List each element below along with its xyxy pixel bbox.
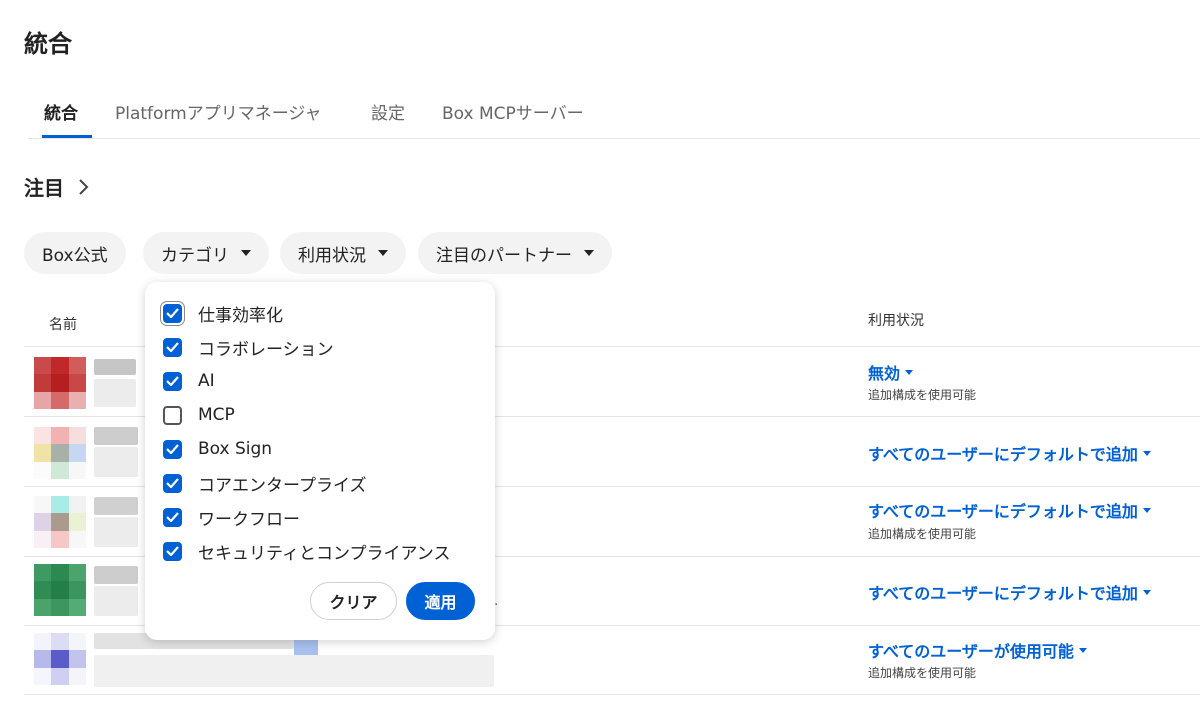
caret-down-icon xyxy=(584,250,594,256)
filter-box-official[interactable]: Box公式 xyxy=(24,232,126,274)
tab-platform-app-manager[interactable]: Platformアプリマネージャ xyxy=(115,100,322,138)
blurred-app-description xyxy=(94,655,494,687)
app-logo-pixelated xyxy=(34,633,86,685)
chevron-right-icon xyxy=(78,178,90,196)
column-header-status: 利用状況 xyxy=(868,313,924,329)
checkbox-checked-icon[interactable] xyxy=(163,371,182,391)
status-subtext: 追加構成を使用可能 xyxy=(868,666,977,680)
status-dropdown[interactable]: すべてのユーザーにデフォルトで追加 xyxy=(868,498,1151,522)
blurred-app-name xyxy=(94,497,138,515)
checkbox-checked-icon[interactable] xyxy=(163,439,182,459)
filter-partner[interactable]: 注目のパートナー xyxy=(418,232,612,274)
tab-integrations[interactable]: 統合 xyxy=(42,100,92,138)
checkbox-unchecked-icon[interactable] xyxy=(163,405,182,425)
blurred-app-name xyxy=(94,566,138,584)
category-option-label: セキュリティとコンプライアンス xyxy=(198,543,451,564)
caret-down-icon xyxy=(1142,450,1151,456)
checkbox-checked-icon[interactable] xyxy=(163,507,182,527)
category-option[interactable]: ワークフロー xyxy=(163,504,300,530)
category-option-label: Box Sign xyxy=(198,439,273,459)
app-logo-pixelated xyxy=(34,427,86,479)
tab-box-mcp-server[interactable]: Box MCPサーバー xyxy=(442,100,584,138)
status-label: すべてのユーザーにデフォルトで追加 xyxy=(868,445,1138,464)
category-option[interactable]: Box Sign xyxy=(163,436,272,462)
app-logo-pixelated xyxy=(34,564,86,616)
checkbox-checked-icon[interactable] xyxy=(163,303,182,323)
tab-bar: 統合 Platformアプリマネージャ 設定 Box MCPサーバー xyxy=(28,100,1200,139)
category-option-label: AI xyxy=(198,371,215,391)
category-option[interactable]: コラボレーション xyxy=(163,334,334,360)
caret-down-icon xyxy=(1078,647,1087,653)
status-label: すべてのユーザーにデフォルトで追加 xyxy=(868,584,1138,603)
status-dropdown[interactable]: 無効 xyxy=(868,360,914,384)
status-label: すべてのユーザーが使用可能 xyxy=(868,642,1074,661)
category-option-label: ワークフロー xyxy=(198,509,300,530)
category-option[interactable]: セキュリティとコンプライアンス xyxy=(163,538,450,564)
page-title: 統合 xyxy=(24,30,72,58)
section-title: 注目 xyxy=(24,176,64,200)
category-option[interactable]: コアエンタープライズ xyxy=(163,470,366,496)
category-filter-dropdown: 仕事効率化 コラボレーション AI MCP Box Sign コアエンタープライ… xyxy=(145,282,495,640)
status-dropdown[interactable]: すべてのユーザーにデフォルトで追加 xyxy=(868,580,1151,604)
app-logo-pixelated xyxy=(34,496,86,548)
checkbox-checked-icon[interactable] xyxy=(163,337,182,357)
category-option[interactable]: MCP xyxy=(163,402,235,428)
tab-settings[interactable]: 設定 xyxy=(371,100,405,138)
checkbox-checked-icon[interactable] xyxy=(163,473,182,493)
blurred-app-name xyxy=(94,359,136,375)
category-option-label: コアエンタープライズ xyxy=(198,475,367,496)
filter-category[interactable]: カテゴリ xyxy=(143,232,269,274)
blurred-app-description xyxy=(94,517,138,547)
category-option-label: 仕事効率化 xyxy=(198,305,283,326)
status-dropdown[interactable]: すべてのユーザーにデフォルトで追加 xyxy=(868,441,1151,465)
category-option-label: MCP xyxy=(198,405,235,425)
app-logo-pixelated xyxy=(34,357,86,409)
status-label: すべてのユーザーにデフォルトで追加 xyxy=(868,502,1138,521)
caret-down-icon xyxy=(1142,507,1151,513)
featured-section-link[interactable]: 注目 xyxy=(24,172,90,201)
blurred-app-description xyxy=(94,379,136,407)
caret-down-icon xyxy=(241,250,251,256)
apply-button[interactable]: 適用 xyxy=(406,582,475,620)
blurred-app-name xyxy=(94,427,138,445)
caret-down-icon xyxy=(1142,589,1151,595)
column-header-name: 名前 xyxy=(49,317,77,333)
caret-down-icon xyxy=(905,369,914,375)
filter-label: 注目のパートナー xyxy=(436,245,572,266)
blurred-app-description xyxy=(94,447,138,477)
filter-label: Box公式 xyxy=(42,245,108,266)
status-subtext: 追加構成を使用可能 xyxy=(868,388,977,402)
clear-button[interactable]: クリア xyxy=(310,582,397,620)
category-option[interactable]: AI xyxy=(163,368,215,394)
filter-label: 利用状況 xyxy=(298,245,366,266)
filter-usage[interactable]: 利用状況 xyxy=(280,232,406,274)
category-option[interactable]: 仕事効率化 xyxy=(163,300,283,326)
caret-down-icon xyxy=(378,250,388,256)
status-subtext: 追加構成を使用可能 xyxy=(868,527,977,541)
category-option-label: コラボレーション xyxy=(198,339,334,360)
status-label: 無効 xyxy=(868,364,901,383)
blurred-app-description xyxy=(94,586,138,616)
filter-label: カテゴリ xyxy=(161,245,229,266)
checkbox-checked-icon[interactable] xyxy=(163,541,182,561)
status-dropdown[interactable]: すべてのユーザーが使用可能 xyxy=(868,638,1087,662)
